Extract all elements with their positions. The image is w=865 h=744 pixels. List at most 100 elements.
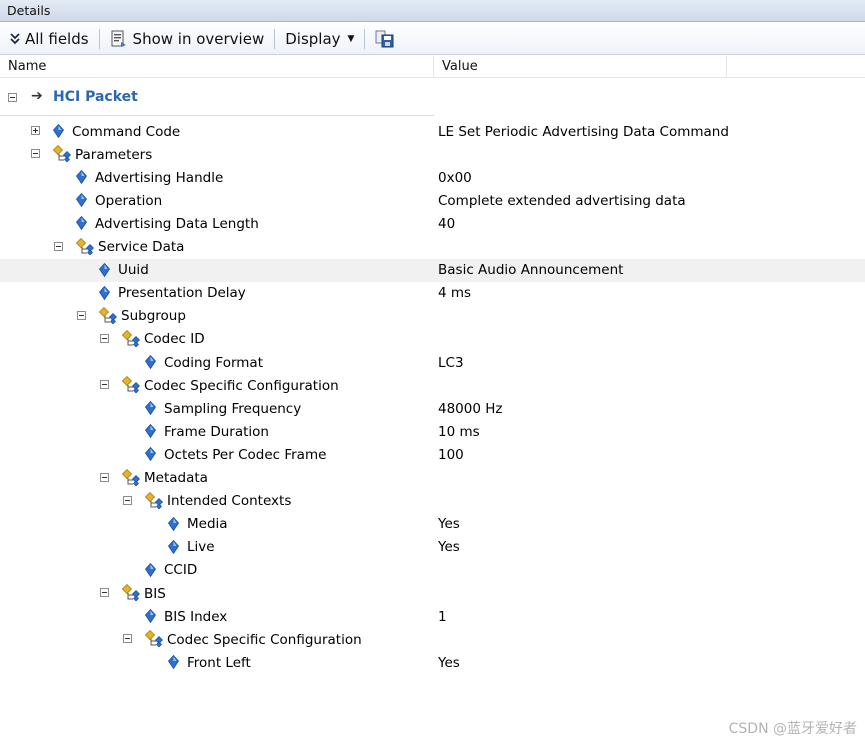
group-icon: [99, 306, 119, 324]
field-icon: [168, 539, 179, 554]
field-value: 0x00: [438, 169, 472, 186]
caret-down-icon: ▼: [347, 33, 355, 44]
tree-row[interactable]: Intended Contexts: [0, 490, 865, 513]
tree-root-hci-packet[interactable]: ➔ HCI Packet: [0, 86, 434, 110]
field-value: Yes: [438, 539, 460, 556]
field-name: Advertising Data Length: [95, 215, 259, 232]
field-icon: [76, 216, 87, 231]
tree-row[interactable]: BIS: [0, 582, 865, 605]
collapse-icon[interactable]: [8, 93, 17, 102]
tree-row[interactable]: Operation Complete extended advertising d…: [0, 189, 865, 212]
column-name-header[interactable]: Name: [0, 56, 434, 78]
field-value: 10 ms: [438, 423, 480, 440]
group-icon: [145, 630, 165, 648]
group-icon: [122, 329, 142, 347]
tree-row[interactable]: Service Data: [0, 236, 865, 259]
field-value: 100: [438, 446, 464, 463]
field-value: LE Set Periodic Advertising Data Command: [438, 123, 729, 140]
all-fields-button[interactable]: All fields: [6, 27, 93, 51]
field-value: Complete extended advertising data: [438, 192, 686, 209]
tree-row[interactable]: BIS Index 1: [0, 605, 865, 628]
field-icon: [145, 447, 156, 462]
collapse-icon[interactable]: [123, 634, 132, 644]
toolbar-separator: [364, 28, 366, 49]
group-icon: [145, 491, 165, 509]
tree-row[interactable]: Live Yes: [0, 536, 865, 559]
watermark: CSDN @蓝牙爱好者: [728, 721, 857, 737]
tree-row[interactable]: Sampling Frequency 48000 Hz: [0, 397, 865, 420]
field-value: LC3: [438, 354, 464, 371]
tree-row[interactable]: Command Code LE Set Periodic Advertising …: [0, 120, 865, 143]
field-name: Subgroup: [121, 308, 186, 325]
field-icon: [76, 193, 87, 208]
all-fields-label: All fields: [25, 29, 89, 48]
toolbar-separator: [274, 28, 276, 49]
field-icon: [99, 285, 110, 300]
column-value-header[interactable]: Value: [434, 56, 727, 78]
field-icon: [145, 609, 156, 624]
field-name: Operation: [95, 192, 163, 209]
copy-save-icon: [375, 30, 395, 48]
field-name: Front Left: [187, 654, 251, 671]
tree-row[interactable]: Uuid Basic Audio Announcement: [0, 258, 865, 282]
tree-row[interactable]: Coding Format LC3: [0, 351, 865, 374]
tree-row[interactable]: Codec Specific Configuration: [0, 374, 865, 397]
field-name: BIS Index: [164, 608, 228, 625]
tree-row[interactable]: Advertising Handle 0x00: [0, 166, 865, 189]
field-icon: [145, 562, 156, 577]
collapse-icon[interactable]: [123, 495, 132, 505]
tree-row[interactable]: Subgroup: [0, 305, 865, 328]
root-label: HCI Packet: [53, 89, 138, 105]
field-icon: [168, 516, 179, 531]
group-icon: [53, 145, 73, 163]
field-name: Codec ID: [144, 331, 205, 348]
toolbar-separator: [98, 28, 100, 49]
tree-row[interactable]: Codec ID: [0, 328, 865, 351]
collapse-icon[interactable]: [100, 333, 109, 343]
field-name: Command Code: [72, 123, 181, 140]
field-name: Media: [187, 516, 228, 533]
field-name: Presentation Delay: [118, 285, 246, 302]
field-name: Service Data: [98, 239, 185, 255]
tree-row[interactable]: Frame Duration 10 ms: [0, 420, 865, 443]
field-name: Codec Specific Configuration: [167, 631, 362, 648]
expand-icon[interactable]: [31, 126, 40, 135]
collapse-icon[interactable]: [100, 588, 109, 597]
tree-row[interactable]: Front Left Yes: [0, 651, 865, 674]
field-value: 4 ms: [438, 285, 472, 302]
field-value: Yes: [438, 516, 460, 533]
tree-row[interactable]: Codec Specific Configuration: [0, 628, 865, 651]
field-icon: [76, 170, 87, 185]
show-in-overview-button[interactable]: Show in overview: [106, 27, 269, 51]
column-header: Name Value: [0, 56, 865, 78]
display-dropdown[interactable]: Display ▼: [281, 27, 358, 51]
export-button[interactable]: [371, 27, 404, 51]
tree-row[interactable]: CCID: [0, 559, 865, 582]
field-value: Yes: [438, 654, 460, 671]
tree-row[interactable]: Parameters: [0, 143, 865, 166]
toolbar: All fields Show in overview Display ▼: [0, 23, 865, 55]
field-value: Basic Audio Announcement: [438, 262, 624, 279]
field-value: 1: [438, 608, 447, 625]
field-icon: [145, 424, 156, 439]
tree-row[interactable]: Presentation Delay 4 ms: [0, 282, 865, 305]
collapse-icon[interactable]: [100, 380, 109, 390]
field-icon: [145, 355, 156, 369]
collapse-icon[interactable]: [100, 472, 109, 482]
collapse-icon[interactable]: [77, 310, 86, 320]
field-name: Live: [187, 539, 215, 556]
tree-row[interactable]: Media Yes: [0, 513, 865, 536]
field-icon: [99, 262, 110, 277]
field-name: Metadata: [144, 470, 208, 486]
tree-row[interactable]: Metadata: [0, 467, 865, 490]
field-name: Octets Per Codec Frame: [164, 446, 327, 463]
tree-row[interactable]: Octets Per Codec Frame 100: [0, 443, 865, 466]
tree-row[interactable]: Advertising Data Length 40: [0, 212, 865, 235]
field-name: Intended Contexts: [167, 493, 292, 510]
collapse-icon[interactable]: [54, 241, 63, 251]
field-name: Frame Duration: [164, 423, 269, 440]
field-name: Sampling Frequency: [164, 400, 302, 417]
collapse-icon[interactable]: [31, 149, 40, 159]
group-icon: [122, 468, 142, 486]
group-icon: [76, 237, 96, 255]
